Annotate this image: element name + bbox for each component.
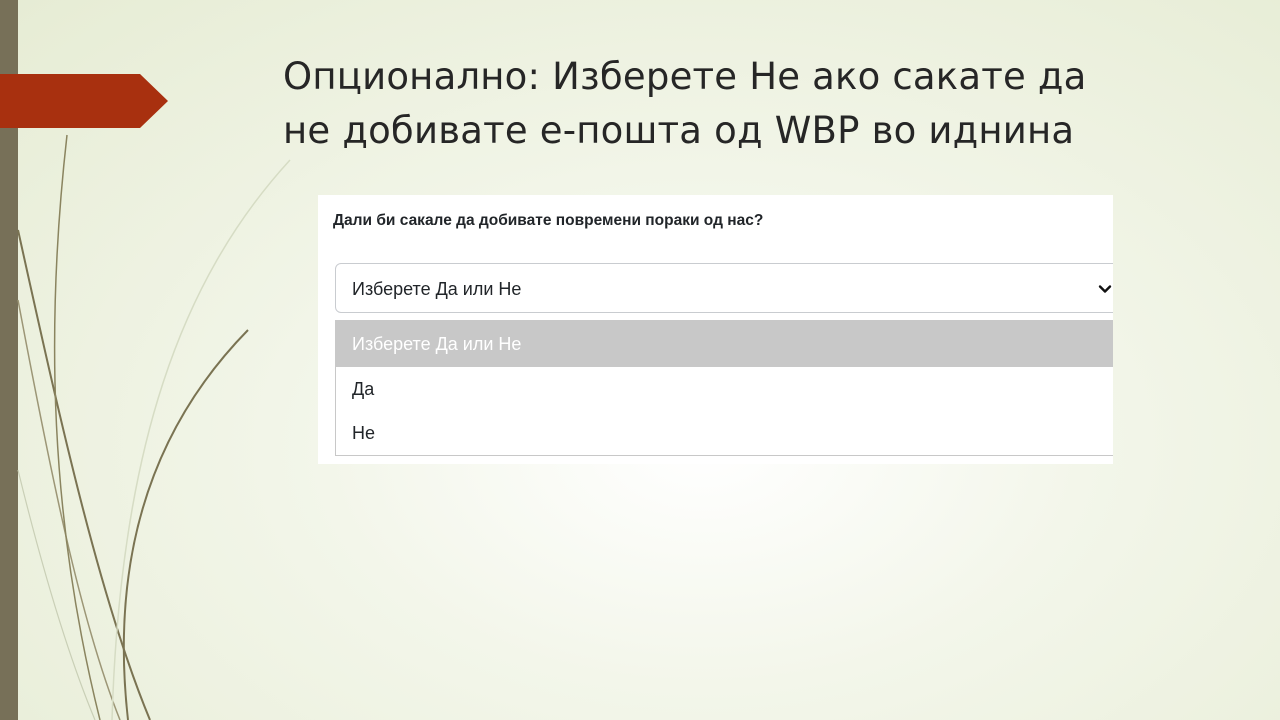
chevron-down-icon [1098, 285, 1112, 293]
option-yes[interactable]: Да [336, 367, 1113, 411]
form-question-label: Дали би сакале да добивате повремени пор… [333, 212, 764, 229]
slide-title: Опционално: Изберете Не ако сакате да не… [283, 50, 1243, 158]
option-no[interactable]: Не [336, 411, 1113, 455]
select-options-list: Изберете Да или Не Да Не [335, 320, 1113, 456]
option-placeholder[interactable]: Изберете Да или Не [336, 321, 1113, 367]
select-current-value: Изберете Да или Не [352, 279, 522, 299]
accent-arrow-tab [0, 74, 168, 128]
form-screenshot: Дали би сакале да добивате повремени пор… [318, 195, 1113, 464]
slide-title-line-1: Опционално: Изберете Не ако сакате да [283, 55, 1087, 98]
email-opt-in-select[interactable]: Изберете Да или Не [335, 263, 1113, 313]
slide-title-line-2: не добивате е-пошта од WBP во иднина [283, 109, 1075, 152]
